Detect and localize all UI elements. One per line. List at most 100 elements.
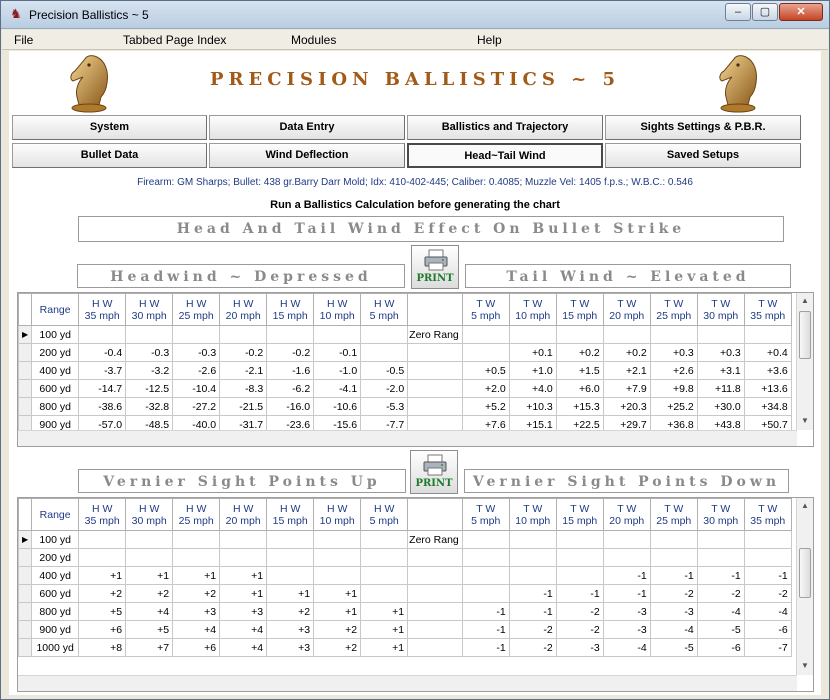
tailwind-cell[interactable]: +0.4: [743, 343, 792, 362]
headwind-cell[interactable]: [219, 325, 268, 344]
zero-range-cell[interactable]: Zero Rang: [407, 325, 463, 344]
tailwind-cell[interactable]: -3: [555, 638, 604, 657]
row-selector[interactable]: [18, 602, 33, 621]
headwind-column-header[interactable]: H W 20 mph: [219, 293, 268, 326]
headwind-cell[interactable]: [78, 325, 127, 344]
headwind-cell[interactable]: +6: [172, 638, 221, 657]
scroll-up-icon[interactable]: ▲: [797, 498, 813, 514]
row-selector[interactable]: [18, 566, 33, 585]
tailwind-cell[interactable]: +7.9: [602, 379, 651, 398]
tailwind-cell[interactable]: [602, 325, 651, 344]
headwind-cell[interactable]: +1: [360, 638, 409, 657]
scroll-thumb[interactable]: [799, 548, 811, 598]
headwind-cell[interactable]: +3: [266, 638, 315, 657]
tailwind-cell[interactable]: [743, 530, 792, 549]
table-row[interactable]: 900 yd +6 +5 +4 +4 +3 +2 +1 -1 -2 -2 -3 -4 -5 -6: [18, 620, 792, 639]
tailwind-column-header[interactable]: T W 35 mph: [743, 293, 792, 326]
tailwind-column-header[interactable]: T W 30 mph: [696, 293, 745, 326]
headwind-cell[interactable]: +8: [78, 638, 127, 657]
tailwind-cell[interactable]: -2: [508, 638, 557, 657]
zero-range-cell[interactable]: [407, 584, 463, 603]
headwind-cell[interactable]: +2: [125, 584, 174, 603]
tailwind-column-header[interactable]: T W 30 mph: [696, 498, 745, 531]
headwind-cell[interactable]: -38.6: [78, 397, 127, 416]
headwind-cell[interactable]: +3: [219, 602, 268, 621]
range-cell[interactable]: 200 yd: [31, 343, 80, 362]
table-row[interactable]: 400 yd -3.7 -3.2 -2.6 -2.1 -1.6 -1.0 -0.5 +0.5 +1…: [18, 361, 792, 380]
headwind-cell[interactable]: -4.1: [313, 379, 362, 398]
headwind-cell[interactable]: -12.5: [125, 379, 174, 398]
tailwind-cell[interactable]: [461, 566, 510, 585]
tailwind-cell[interactable]: +0.2: [555, 343, 604, 362]
tailwind-cell[interactable]: +34.8: [743, 397, 792, 416]
tailwind-cell[interactable]: -1: [743, 566, 792, 585]
tailwind-column-header[interactable]: T W 25 mph: [649, 293, 698, 326]
tailwind-column-header[interactable]: T W 10 mph: [508, 293, 557, 326]
headwind-cell[interactable]: [360, 566, 409, 585]
tailwind-cell[interactable]: [743, 325, 792, 344]
tailwind-cell[interactable]: -1: [461, 620, 510, 639]
headwind-cell[interactable]: +6: [78, 620, 127, 639]
zero-range-cell[interactable]: [407, 361, 463, 380]
headwind-cell[interactable]: -16.0: [266, 397, 315, 416]
headwind-column-header[interactable]: H W5 mph: [360, 498, 409, 531]
tailwind-cell[interactable]: [602, 530, 651, 549]
headwind-cell[interactable]: [313, 530, 362, 549]
headwind-cell[interactable]: +5: [78, 602, 127, 621]
tailwind-cell[interactable]: -1: [696, 566, 745, 585]
headwind-cell[interactable]: [266, 530, 315, 549]
tailwind-column-header[interactable]: T W 25 mph: [649, 498, 698, 531]
menu-modules[interactable]: Modules: [291, 33, 336, 47]
headwind-cell[interactable]: +4: [219, 638, 268, 657]
table-row[interactable]: 800 yd +5 +4 +3 +3 +2 +1 +1 -1 -1 -2 -3 -3 -4 -4: [18, 602, 792, 621]
headwind-cell[interactable]: [313, 566, 362, 585]
app-logo-icon[interactable]: ♞: [9, 7, 23, 21]
tab-system[interactable]: System: [12, 115, 207, 140]
headwind-column-header[interactable]: H W 35 mph: [78, 293, 127, 326]
tailwind-cell[interactable]: -2: [508, 620, 557, 639]
zero-range-cell[interactable]: [407, 397, 463, 416]
tailwind-cell[interactable]: +0.5: [461, 361, 510, 380]
headwind-cell[interactable]: +1: [219, 566, 268, 585]
tailwind-cell[interactable]: +0.1: [508, 343, 557, 362]
row-selector[interactable]: [18, 379, 33, 398]
tab-ballistics-trajectory[interactable]: Ballistics and Trajectory: [407, 115, 603, 140]
vertical-scrollbar[interactable]: ▲ ▼: [796, 498, 813, 675]
headwind-column-header[interactable]: H W 30 mph: [125, 498, 174, 531]
table-row[interactable]: 600 yd -14.7 -12.5 -10.4 -8.3 -6.2 -4.1 -2.0 +2.…: [18, 379, 792, 398]
scroll-thumb[interactable]: [799, 311, 811, 359]
tailwind-cell[interactable]: +1.0: [508, 361, 557, 380]
headwind-cell[interactable]: [219, 548, 268, 567]
range-cell[interactable]: 1000 yd: [31, 638, 80, 657]
range-cell[interactable]: 600 yd: [31, 584, 80, 603]
tailwind-cell[interactable]: -1: [461, 638, 510, 657]
headwind-cell[interactable]: -0.1: [313, 343, 362, 362]
tab-wind-deflection[interactable]: Wind Deflection: [209, 143, 405, 168]
tailwind-cell[interactable]: +13.6: [743, 379, 792, 398]
zero-range-cell[interactable]: [407, 343, 463, 362]
headwind-cell[interactable]: [360, 584, 409, 603]
tailwind-cell[interactable]: [461, 584, 510, 603]
tailwind-cell[interactable]: [743, 548, 792, 567]
headwind-cell[interactable]: [360, 548, 409, 567]
print-button-vernier[interactable]: PRINT: [410, 450, 458, 494]
maximize-button[interactable]: ▢: [752, 3, 778, 21]
tailwind-cell[interactable]: -1: [555, 584, 604, 603]
horizontal-scrollbar[interactable]: [18, 675, 797, 691]
vernier-points-grid[interactable]: Range H W 35 mph H W 30 mph H W 25 mph H W 20 mp…: [17, 497, 814, 692]
table-row[interactable]: 400 yd +1 +1 +1 +1 -1 -1 -1 -1: [18, 566, 792, 585]
vertical-scrollbar[interactable]: ▲ ▼: [796, 293, 813, 430]
tailwind-cell[interactable]: -3: [649, 602, 698, 621]
tailwind-cell[interactable]: +30.0: [696, 397, 745, 416]
tailwind-cell[interactable]: -1: [461, 602, 510, 621]
headwind-cell[interactable]: +1: [313, 584, 362, 603]
tailwind-cell[interactable]: [461, 530, 510, 549]
tailwind-cell[interactable]: -4: [649, 620, 698, 639]
headwind-cell[interactable]: +1: [313, 602, 362, 621]
headwind-cell[interactable]: [125, 325, 174, 344]
zero-range-cell[interactable]: [407, 638, 463, 657]
headwind-cell[interactable]: [125, 548, 174, 567]
table-row[interactable]: ▶ 100 yd Zero Rang: [18, 530, 792, 549]
tailwind-cell[interactable]: [649, 325, 698, 344]
row-selector[interactable]: [18, 343, 33, 362]
